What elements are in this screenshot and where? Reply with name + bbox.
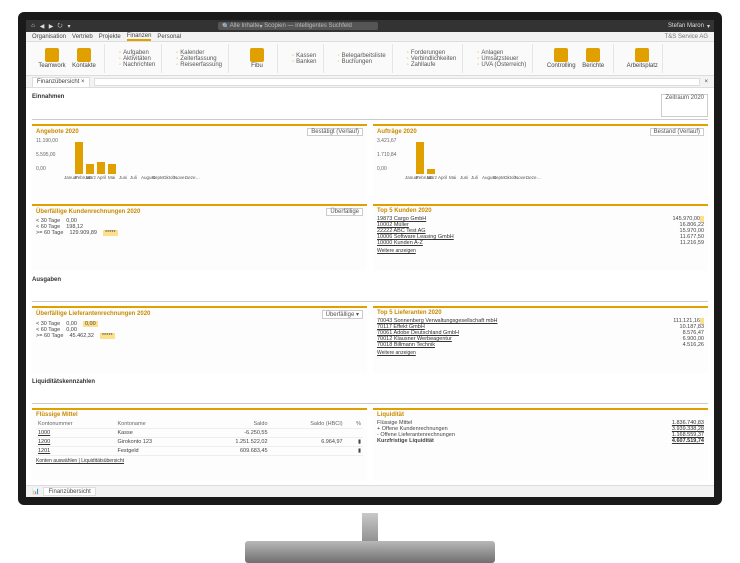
status-icon: 📊	[32, 488, 39, 495]
panel-liquiditaet: Liquidität Flüssige Mittel1.836.740,83+ …	[373, 408, 708, 481]
aging-row: >= 60 Tage45.462,32*****	[36, 333, 363, 339]
ribbon-banken[interactable]: Banken	[292, 59, 317, 65]
ribbon-nachrichten[interactable]: Nachrichten	[119, 62, 155, 68]
nav-projekte[interactable]: Projekte	[99, 34, 121, 40]
aging-row: >= 60 Tage129.909,89*****	[36, 230, 363, 236]
back-icon[interactable]: ◀	[39, 23, 45, 29]
ribbon-arbeitsplatz[interactable]: Arbeitsplatz	[628, 48, 656, 69]
ribbon-fibu[interactable]: Fibu	[243, 48, 271, 69]
top5-lief-more[interactable]: Weitere anzeigen	[377, 350, 416, 356]
top5-row[interactable]: 10000 Kunden A-Z11.216,59	[377, 240, 704, 246]
ribbon-buchungen[interactable]: Buchungen	[338, 59, 386, 65]
section-ausgaben: Ausgaben	[32, 275, 708, 301]
konten-footer[interactable]: Konten auswählen | Liquiditätsübersicht	[36, 458, 124, 464]
status-bar: 📊 Finanzübersicht	[26, 485, 714, 497]
contacts-icon	[77, 48, 91, 62]
current-user[interactable]: Stefan Maron	[668, 23, 704, 29]
bar	[86, 164, 94, 174]
auftraege-mode-select[interactable]: Bestand (Verlauf)	[650, 128, 704, 136]
tab-close-icon[interactable]: ×	[704, 79, 708, 85]
ribbon-kontakte[interactable]: Kontakte	[70, 48, 98, 69]
address-bar[interactable]	[94, 78, 701, 86]
ribbon-controlling[interactable]: Controlling	[547, 48, 575, 69]
top5-kunden-more[interactable]: Weitere anzeigen	[377, 248, 416, 254]
dashboard: Einnahmen Zeitraum 2020 Angebote 2020Bes…	[26, 88, 714, 485]
fibu-icon	[250, 48, 264, 62]
chart-angebote: 11.190,00 5.595,00 0,00 JanuarFebruarMär…	[36, 138, 363, 174]
section-liq: Liquiditätskennzahlen	[32, 377, 708, 403]
panel-fluessige-mittel: Flüssige Mittel KontonummerKontoname Sal…	[32, 408, 367, 481]
tab-finanzuebersicht[interactable]: Finanzübersicht ×	[32, 77, 90, 87]
reports-icon	[586, 48, 600, 62]
search-icon: 🔍	[222, 23, 229, 30]
document-tabs: Finanzübersicht × ×	[26, 76, 714, 88]
refresh-icon[interactable]: ⭮	[57, 23, 63, 29]
user-dropdown-icon[interactable]: ▾	[707, 23, 710, 30]
chart-auftraege: 3.421,67 1.710,84 0,00 JanuarFebruarMärz…	[377, 138, 704, 174]
teamwork-icon	[45, 48, 59, 62]
bar	[97, 162, 105, 174]
panel-ueberf-lief: Überfällige Lieferantenrechnungen 2020Üb…	[32, 306, 367, 373]
table-row[interactable]: 1000Kasse-6.250,55	[36, 428, 363, 437]
liq-row: Kurzfristige Liquidität4.607.519,74	[377, 438, 704, 444]
ribbon: Teamwork Kontakte Aufgaben Aktivitäten N…	[26, 42, 714, 76]
dropdown-icon[interactable]: ▾	[66, 23, 72, 29]
scope-dropdown-icon[interactable]: ▾	[259, 23, 262, 30]
panel-angebote: Angebote 2020Bestätigt (Verlauf) 11.190,…	[32, 124, 367, 199]
table-row[interactable]: 1201Festgeld609.683,45▮	[36, 446, 363, 455]
bar	[416, 142, 424, 174]
nav-vertrieb[interactable]: Vertrieb	[72, 34, 93, 40]
panel-auftraege: Aufträge 2020Bestand (Verlauf) 3.421,67 …	[373, 124, 708, 199]
controlling-icon	[554, 48, 568, 62]
zeitraum-select[interactable]: Zeitraum 2020	[661, 94, 708, 117]
title-bar: ⌂ ◀ ▶ ⭮ ▾ 🔍 Alle Inhalte ▾ Scopien — int…	[26, 20, 714, 32]
company-label[interactable]: T&S Service AG	[665, 34, 708, 40]
nav-personal[interactable]: Personal	[157, 34, 181, 40]
ribbon-berichte[interactable]: Berichte	[579, 48, 607, 69]
top5-row[interactable]: 70018 Billmann Technik4.516,26	[377, 342, 704, 348]
search-hint: Scopien — intelligentes Suchfeld	[264, 23, 352, 29]
nav-organisation[interactable]: Organisation	[32, 34, 66, 40]
panel-top5-kunden: Top 5 Kunden 2020 19873 Cargo GmbH145.97…	[373, 204, 708, 271]
ribbon-zahllaufe[interactable]: Zahllaufe	[407, 62, 457, 68]
ribbon-reiseerfassung[interactable]: Reiseerfassung	[176, 62, 222, 68]
section-einnahmen: Einnahmen Zeitraum 2020	[32, 92, 708, 120]
bar	[75, 142, 83, 174]
status-tab[interactable]: Finanzübersicht	[43, 487, 95, 496]
workspace-icon	[635, 48, 649, 62]
close-icon[interactable]: ×	[81, 79, 85, 85]
ribbon-uva[interactable]: UVA (Österreich)	[477, 62, 526, 68]
ribbon-teamwork[interactable]: Teamwork	[38, 48, 66, 69]
table-row[interactable]: 1200Girokonto 1231.251.522,026.964,97▮	[36, 437, 363, 446]
fwd-icon[interactable]: ▶	[48, 23, 54, 29]
bar	[108, 164, 116, 175]
panel-ueberf-kunden: Überfällige Kundenrechnungen 2020Überfäl…	[32, 204, 367, 271]
nav-finanzen[interactable]: Finanzen	[127, 33, 152, 41]
global-search[interactable]: 🔍 Alle Inhalte ▾ Scopien — intelligentes…	[218, 22, 378, 30]
search-scope: Alle Inhalte	[230, 23, 260, 29]
home-icon[interactable]: ⌂	[30, 23, 36, 29]
bar	[427, 169, 435, 175]
konten-table: KontonummerKontoname SaldoSaldo (HBCI) %…	[36, 420, 363, 456]
ueberf-kunden-btn[interactable]: Überfällige	[326, 208, 363, 216]
angebote-mode-select[interactable]: Bestätigt (Verlauf)	[307, 128, 363, 136]
panel-top5-lief: Top 5 Lieferanten 2020 70043 Sonnenberg …	[373, 306, 708, 373]
ueberf-lief-btn[interactable]: Überfällige ▾	[322, 310, 363, 319]
module-nav: Organisation Vertrieb Projekte Finanzen …	[26, 32, 714, 42]
